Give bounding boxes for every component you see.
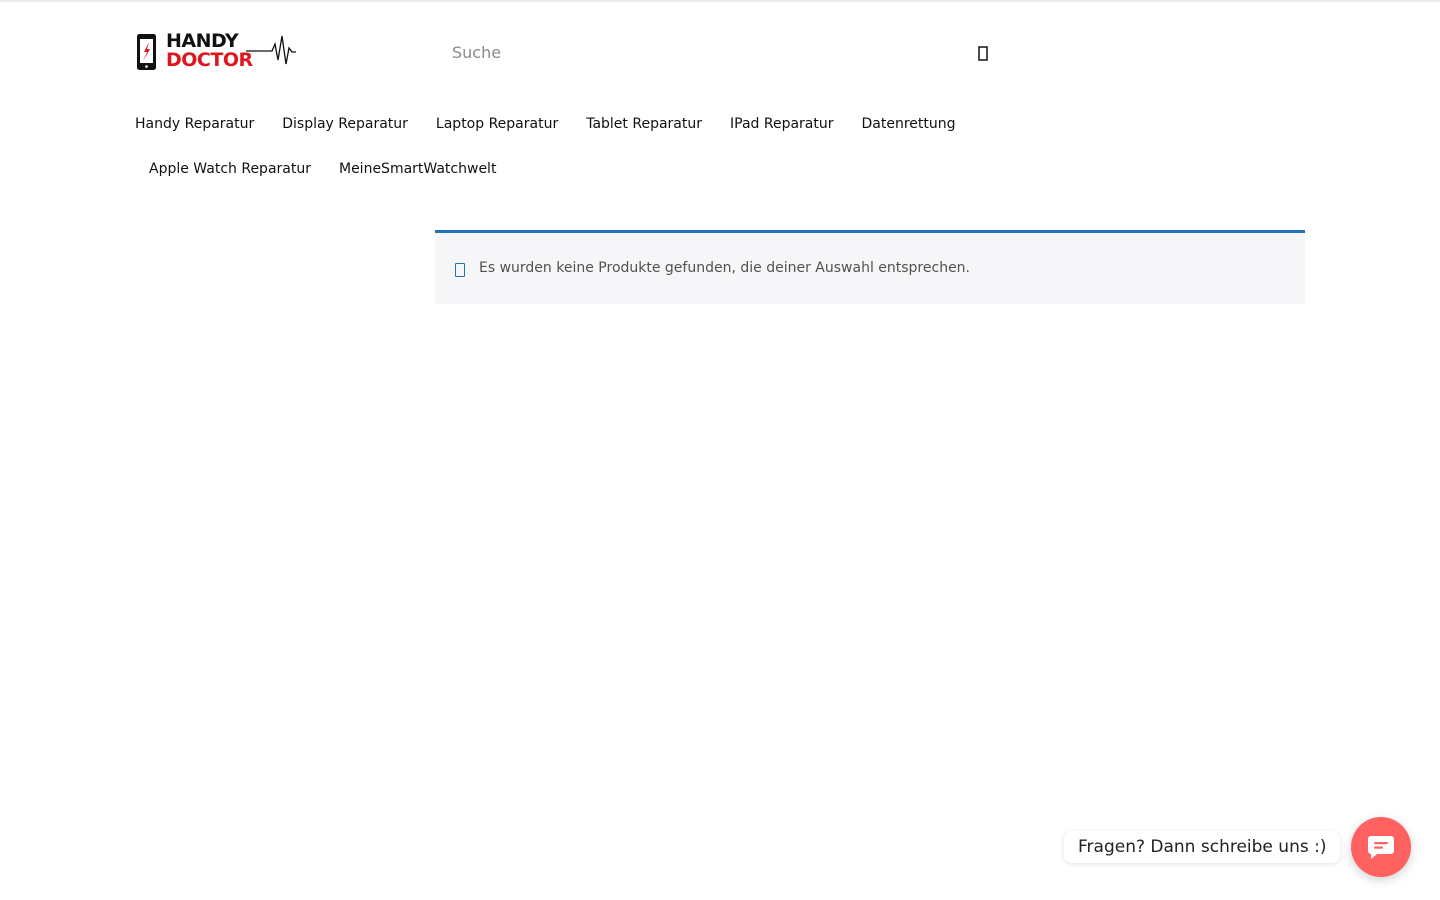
nav-item-datenrettung[interactable]: Datenrettung — [848, 116, 970, 132]
main-navigation: Handy Reparatur Display Reparatur Laptop… — [121, 102, 991, 191]
nav-item-handy-reparatur[interactable]: Handy Reparatur — [121, 116, 268, 132]
nav-item-ipad-reparatur[interactable]: IPad Reparatur — [716, 116, 848, 132]
logo-line2: DOCTOR — [166, 49, 253, 71]
search-button[interactable] — [972, 42, 994, 64]
notice-message: Es wurden keine Produkte gefunden, die d… — [479, 260, 971, 276]
site-logo[interactable]: HANDY DOCTOR — [136, 30, 298, 74]
nav-item-tablet-reparatur[interactable]: Tablet Reparatur — [572, 116, 716, 132]
no-products-notice: Es wurden keine Produkte gefunden, die d… — [435, 230, 1305, 304]
page: HANDY DOCTOR Handy Reparatur Display Rep… — [0, 0, 1440, 900]
info-icon — [455, 263, 465, 277]
chat-prompt-label[interactable]: Fragen? Dann schreibe uns :) — [1064, 831, 1341, 863]
nav-item-display-reparatur[interactable]: Display Reparatur — [268, 116, 422, 132]
chat-button[interactable] — [1351, 817, 1411, 877]
nav-row-primary: Handy Reparatur Display Reparatur Laptop… — [121, 102, 991, 146]
search-input[interactable] — [436, 30, 966, 74]
nav-item-laptop-reparatur[interactable]: Laptop Reparatur — [422, 116, 572, 132]
search-icon — [978, 45, 988, 61]
nav-item-apple-watch-reparatur[interactable]: Apple Watch Reparatur — [121, 161, 325, 177]
chat-bubble-icon — [1368, 836, 1394, 859]
nav-row-secondary: Apple Watch Reparatur MeineSmartWatchwel… — [121, 147, 991, 191]
nav-item-meinesmartwatchwelt[interactable]: MeineSmartWatchwelt — [325, 161, 510, 177]
logo-wordmark: HANDY DOCTOR — [166, 32, 253, 70]
search-form — [436, 30, 996, 74]
